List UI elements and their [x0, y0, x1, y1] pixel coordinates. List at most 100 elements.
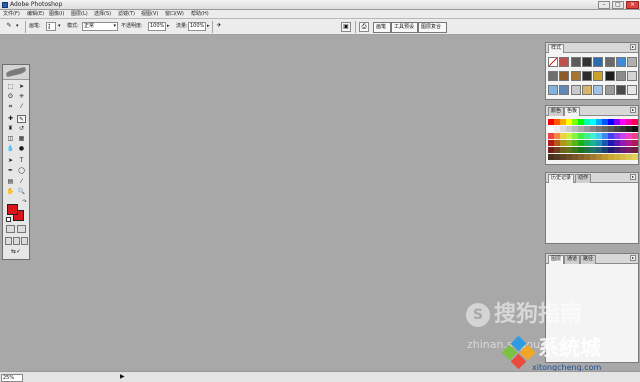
lasso-tool-icon[interactable]: ʘ [6, 93, 15, 101]
style-preset[interactable] [627, 71, 638, 81]
menu-window[interactable]: 窗口(W) [165, 11, 184, 18]
full-screen-mode-button[interactable] [21, 237, 28, 245]
tab-actions[interactable]: 动作 [575, 174, 592, 183]
hand-tool-icon[interactable]: ✋ [6, 188, 15, 196]
zoom-tool-icon[interactable]: 🔍 [17, 188, 26, 196]
brush-tool-icon[interactable]: ✎ [17, 115, 26, 123]
brush-size-picker[interactable]: • 4 [46, 22, 56, 31]
type-tool-icon[interactable]: T [17, 157, 26, 165]
clone-stamp-tool-icon[interactable]: ♜ [6, 125, 15, 133]
opacity-arrow-icon[interactable]: ▸ [167, 23, 170, 30]
style-preset[interactable] [548, 57, 558, 67]
well-tab-layer-comps[interactable]: 图层复合 [418, 22, 447, 33]
tab-channels[interactable]: 通道 [564, 255, 581, 264]
healing-brush-tool-icon[interactable]: ✚ [6, 115, 15, 123]
well-tab-brushes[interactable]: 画笔 [373, 22, 391, 33]
file-browser-icon[interactable]: ▣ [341, 22, 351, 32]
menu-select[interactable]: 选择(S) [94, 11, 111, 18]
minimize-button[interactable]: – [598, 1, 610, 9]
style-preset[interactable] [570, 57, 581, 67]
shape-tool-icon[interactable]: ◯ [17, 167, 26, 175]
style-preset[interactable] [548, 71, 558, 81]
style-preset[interactable] [604, 71, 615, 81]
brush-picker-arrow-icon[interactable]: ▾ [58, 23, 61, 30]
style-preset[interactable] [581, 71, 592, 81]
color-swatch[interactable] [632, 126, 638, 132]
tab-styles[interactable]: 样式 [548, 44, 565, 53]
panel-menu-icon[interactable]: ▸ [630, 107, 636, 113]
style-preset[interactable] [548, 85, 558, 95]
pen-tool-icon[interactable]: ✒ [6, 167, 15, 175]
style-preset[interactable] [604, 85, 615, 95]
zoom-field[interactable]: 25% [1, 374, 23, 382]
well-tab-tool-presets[interactable]: 工具预设 [391, 22, 418, 33]
panel-menu-icon[interactable]: ▸ [630, 44, 636, 50]
foreground-color-swatch[interactable] [7, 204, 18, 215]
style-preset[interactable] [570, 71, 581, 81]
history-brush-tool-icon[interactable]: ↺ [17, 125, 26, 133]
menu-file[interactable]: 文件(F) [3, 11, 20, 18]
brush-tool-preset-icon[interactable]: ✎ [4, 22, 14, 32]
dodge-tool-icon[interactable]: ● [17, 145, 26, 153]
tab-history[interactable]: 历史记录 [548, 174, 575, 183]
style-preset[interactable] [559, 71, 570, 81]
panel-menu-icon[interactable]: ▸ [630, 255, 636, 261]
mode-select[interactable]: 正常 ▾ [82, 22, 118, 31]
color-swatch[interactable] [632, 154, 638, 160]
menu-edit[interactable]: 编辑(E) [27, 11, 44, 18]
color-swatch[interactable] [632, 140, 638, 146]
eyedropper-tool-icon[interactable]: ⁄ [17, 178, 26, 186]
style-preset[interactable] [615, 71, 626, 81]
maximize-button[interactable]: □ [612, 1, 624, 9]
print-icon[interactable]: ⎙ [359, 22, 369, 32]
menu-view[interactable]: 视图(V) [141, 11, 158, 18]
quick-mask-mode-button[interactable] [17, 225, 26, 233]
default-colors-icon[interactable] [6, 217, 11, 222]
jump-to-imageready-icon[interactable]: ⇆✓ [6, 248, 26, 256]
color-swatch[interactable] [632, 119, 638, 125]
style-preset[interactable] [581, 57, 592, 67]
style-preset[interactable] [627, 57, 638, 67]
standard-mode-button[interactable] [6, 225, 15, 233]
style-preset[interactable] [627, 85, 638, 95]
close-button[interactable]: × [626, 1, 639, 9]
flow-input[interactable]: 100% [188, 22, 206, 31]
full-screen-menu-mode-button[interactable] [13, 237, 20, 245]
color-swatch[interactable] [632, 147, 638, 153]
tab-layers[interactable]: 图层 [548, 255, 565, 264]
magic-wand-tool-icon[interactable]: ✳ [17, 93, 26, 101]
style-preset[interactable] [615, 85, 626, 95]
style-preset[interactable] [559, 85, 570, 95]
style-preset[interactable] [559, 57, 570, 67]
color-swatch[interactable] [632, 133, 638, 139]
style-preset[interactable] [593, 71, 604, 81]
menu-image[interactable]: 图像(I) [49, 11, 64, 18]
slice-tool-icon[interactable]: ⁄ [17, 103, 26, 111]
marquee-tool-icon[interactable]: ⬚ [6, 83, 15, 91]
style-preset[interactable] [570, 85, 581, 95]
menu-help[interactable]: 帮助(H) [191, 11, 209, 18]
eraser-tool-icon[interactable]: ◫ [6, 135, 15, 143]
standard-screen-mode-button[interactable] [5, 237, 12, 245]
style-preset[interactable] [593, 57, 604, 67]
crop-tool-icon[interactable]: ⌗ [6, 103, 15, 111]
tool-preset-arrow-icon[interactable]: ▾ [16, 23, 19, 30]
blur-tool-icon[interactable]: 💧 [6, 145, 15, 153]
swap-colors-icon[interactable]: ↷ [20, 198, 29, 206]
airbrush-icon[interactable]: ✈ [214, 22, 224, 32]
tab-swatches[interactable]: 色板 [564, 107, 581, 116]
tab-paths[interactable]: 路径 [580, 255, 597, 264]
panel-menu-icon[interactable]: ▸ [630, 174, 636, 180]
move-tool-icon[interactable]: ➤ [17, 83, 26, 91]
opacity-input[interactable]: 100% [148, 22, 166, 31]
tab-color[interactable]: 颜色 [548, 107, 565, 116]
style-preset[interactable] [615, 57, 626, 67]
menu-layer[interactable]: 图层(L) [71, 11, 88, 18]
gradient-tool-icon[interactable]: ▦ [17, 135, 26, 143]
menu-filter[interactable]: 滤镜(T) [118, 11, 135, 18]
photoshop-feather-icon[interactable] [5, 66, 27, 78]
notes-tool-icon[interactable]: ▤ [6, 178, 15, 186]
flow-arrow-icon[interactable]: ▸ [207, 23, 210, 30]
style-preset[interactable] [604, 57, 615, 67]
style-preset[interactable] [581, 85, 592, 95]
